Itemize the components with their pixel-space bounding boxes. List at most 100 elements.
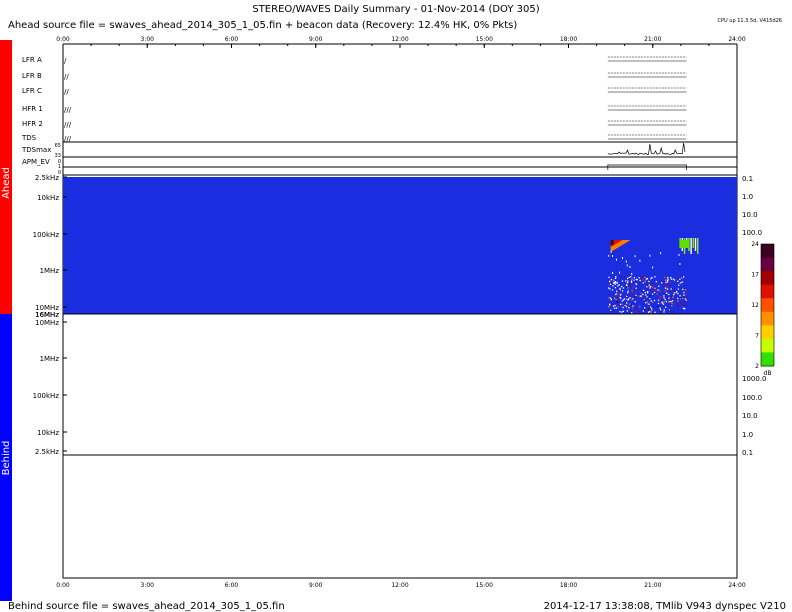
spectrogram-speckle: [664, 277, 665, 278]
spectrogram-speckle: [666, 293, 667, 294]
spectrogram-speckle: [670, 301, 671, 302]
spectrogram-speckle: [678, 285, 679, 286]
spectrogram-speckle: [665, 280, 666, 281]
spectrogram-speckle: [620, 293, 621, 294]
hk-row-label: APM_EV: [22, 158, 50, 166]
bottom-time-tick-label: 15:00: [476, 582, 493, 589]
spectrogram-speckle: [683, 276, 684, 277]
spectrogram-speckle: [630, 266, 631, 268]
colorbar-segment: [761, 352, 774, 366]
top-time-axis: 0:00 3:00 6:00 9:00 12:00 15:00 18:00 21:00 24:0…: [56, 36, 746, 48]
colorbar: 24 17 12 7 2 dB: [751, 241, 774, 377]
spectrogram-speckle: [658, 300, 659, 301]
spectrogram-speckle: [639, 277, 640, 278]
green-burst-bar: [695, 238, 696, 251]
spectrogram-speckle: [609, 304, 610, 305]
spectrogram-speckle: [679, 295, 680, 296]
spectrogram-speckle: [670, 282, 671, 283]
spectrogram-speckle: [650, 295, 651, 296]
colorbar-segment: [761, 244, 774, 258]
spectrogram-speckle: [621, 304, 622, 305]
spectrogram-speckle: [646, 278, 647, 279]
ahead-right-scale-label: 10.0: [742, 211, 758, 219]
spectrogram-speckle: [631, 299, 632, 300]
spectrogram-speckle: [634, 296, 635, 297]
bottom-time-tick-label: 18:00: [560, 582, 577, 589]
spectrogram-speckle: [619, 311, 620, 312]
spectrogram-speckle: [683, 297, 684, 298]
spectrogram-speckle: [630, 276, 631, 277]
tdsmax-trace: [608, 143, 685, 154]
spectrogram-speckle: [684, 305, 685, 306]
spectrogram-speckle: [673, 279, 674, 280]
spectrogram-speckle: [679, 279, 680, 280]
spectrogram-speckle: [675, 294, 676, 295]
spectrogram-speckle: [673, 311, 674, 312]
spectrogram-speckle: [672, 297, 673, 298]
spectrogram-speckle: [632, 308, 633, 309]
spectrogram-speckle: [616, 291, 617, 292]
spectrogram-speckle: [631, 282, 632, 283]
spectrogram-speckle: [629, 304, 630, 305]
spectrogram-speckle: [648, 281, 649, 282]
colorbar-tick-label: 17: [751, 272, 759, 279]
spectrogram-speckle: [622, 281, 623, 282]
spectrogram-speckle: [623, 287, 624, 288]
spectrogram-speckle: [614, 298, 615, 299]
spectrogram-speckle: [615, 299, 616, 300]
spectrogram-speckle: [678, 278, 679, 279]
spectrogram-speckle: [635, 255, 636, 257]
spectrogram-speckle: [621, 276, 622, 277]
spectrogram-speckle: [649, 298, 650, 299]
behind-source-label: Behind source file = swaves_ahead_2014_3…: [8, 601, 285, 612]
spectrogram-speckle: [628, 307, 629, 308]
spectrogram-speckle: [644, 277, 645, 278]
spectrogram-speckle: [608, 277, 609, 278]
ahead-right-scale-label: 100.0: [742, 229, 762, 237]
spectrogram-speckle: [678, 305, 679, 306]
spectrogram-speckle: [645, 302, 646, 303]
spectrogram-speckle: [661, 302, 662, 303]
behind-spectrogram-frame: [63, 314, 737, 455]
spectrogram-speckle: [631, 278, 632, 279]
bottom-time-tick-label: 0:00: [56, 582, 70, 589]
spectrogram-speckle: [653, 288, 654, 289]
spectrogram-speckle: [608, 306, 609, 307]
spectrogram-speckle: [630, 297, 631, 298]
spectrogram-speckle: [635, 295, 636, 296]
spectrogram-speckle: [611, 299, 612, 300]
spectrogram-speckle: [683, 292, 684, 293]
spectrogram-speckle: [649, 311, 650, 312]
spectrogram-speckle: [647, 309, 648, 310]
spectrogram-speckle: [632, 292, 633, 293]
ahead-freq-tick-label: 1MHz: [40, 267, 60, 275]
spectrogram-speckle: [651, 308, 652, 309]
spectrogram-speckle: [631, 312, 632, 313]
bottom-time-tick-label: 12:00: [391, 582, 408, 589]
spectrogram-speckle: [626, 299, 627, 300]
spectrogram-speckle: [666, 301, 667, 302]
spectrogram-speckle: [668, 294, 669, 295]
spectrogram-speckle: [623, 299, 624, 300]
spectrogram-speckle: [667, 289, 668, 290]
bottom-time-tick-label: 24:00: [728, 582, 745, 589]
spectrogram-speckle: [671, 305, 672, 306]
spectrogram-speckle: [650, 306, 651, 307]
spectrogram-speckle: [654, 276, 655, 277]
spectrogram-speckle: [671, 279, 672, 280]
ahead-freq-tick-label: 2.5kHz: [35, 174, 59, 182]
spectrogram-speckle: [643, 282, 644, 283]
spectrogram-speckle: [626, 261, 627, 263]
spectrogram-speckle: [627, 282, 628, 283]
colorbar-tick-label: 24: [751, 241, 759, 248]
spectrogram-speckle: [681, 277, 682, 278]
spectrogram-speckle: [650, 278, 651, 279]
spectrogram-speckle: [645, 292, 646, 293]
spectrogram-speckle: [652, 287, 653, 288]
spectrogram-speckle: [627, 310, 628, 311]
spectrogram-speckle: [620, 294, 621, 295]
spectrogram-speckle: [633, 286, 634, 287]
spectrogram-speckle: [623, 311, 624, 312]
spectrogram-speckle: [669, 285, 670, 286]
spectrogram-speckle: [639, 260, 640, 262]
